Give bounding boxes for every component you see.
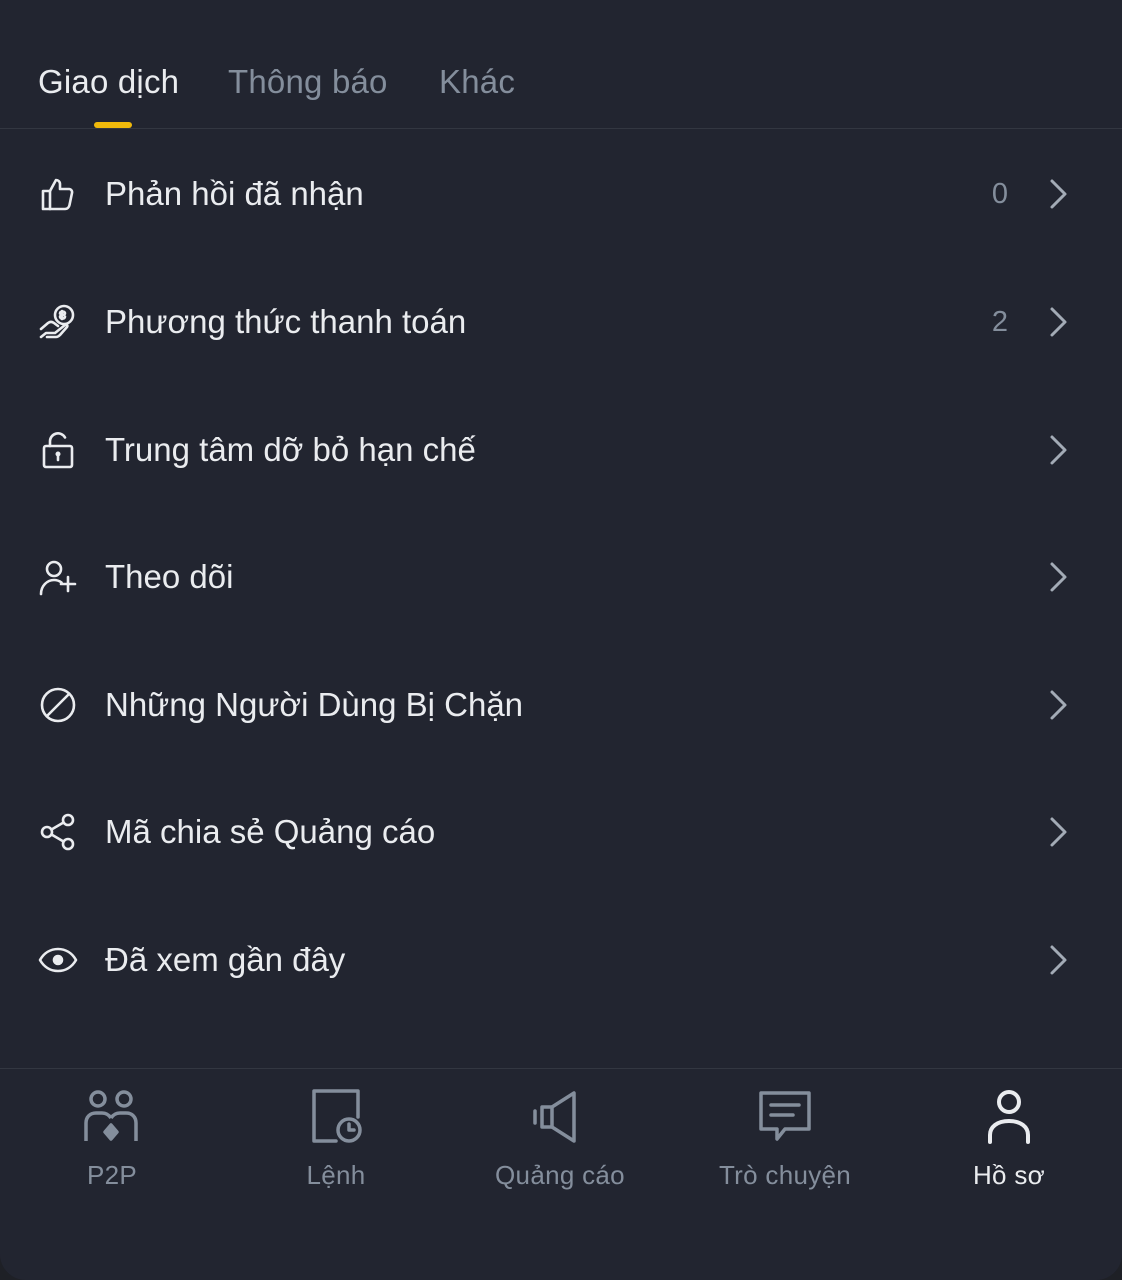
nav-p2p[interactable]: P2P [0, 1069, 224, 1219]
chevron-right-icon [1044, 689, 1072, 721]
menu-item-feedback[interactable]: Phản hồi đã nhận 0 [0, 130, 1122, 258]
nav-label: Hồ sơ [972, 1160, 1045, 1190]
menu-item-blocked-users[interactable]: Những Người Dùng Bị Chặn [0, 641, 1122, 769]
chevron-right-icon [1044, 561, 1072, 593]
nav-label: P2P [86, 1160, 138, 1190]
payment-methods-count: 2 [991, 306, 1008, 338]
nav-orders[interactable]: Lệnh [224, 1069, 448, 1219]
menu-item-recently-viewed[interactable]: Đã xem gần đây [0, 896, 1122, 1024]
chat-icon [755, 1087, 815, 1147]
nav-label: Quảng cáo [495, 1160, 625, 1190]
p2p-icon [82, 1087, 142, 1147]
menu-item-label: Theo dõi [105, 558, 234, 595]
chevron-right-icon [1044, 306, 1072, 338]
chevron-right-icon [1044, 434, 1072, 466]
block-icon [38, 685, 78, 725]
unlock-icon [38, 430, 78, 470]
active-tab-indicator [94, 122, 132, 128]
megaphone-icon [530, 1087, 590, 1147]
chevron-right-icon [1044, 178, 1072, 210]
menu-item-label: Trung tâm dỡ bỏ hạn chế [105, 431, 476, 468]
menu-item-label: Phương thức thanh toán [105, 303, 467, 340]
p2p-profile-screen: Giao dịch Thông báo Khác Phản hồi đã nhậ… [0, 0, 1122, 1280]
eye-icon [38, 940, 78, 980]
bottom-navigation: P2P Lệnh Quảng cáo Trò chuyện Hồ sơ [0, 1068, 1122, 1280]
profile-tabs: Giao dịch Thông báo Khác [0, 0, 1122, 129]
feedback-count: 0 [991, 178, 1008, 210]
menu-item-label: Mã chia sẻ Quảng cáo [105, 813, 436, 850]
tab-thong-bao[interactable]: Thông báo [228, 60, 388, 104]
nav-ads[interactable]: Quảng cáo [448, 1069, 672, 1219]
nav-profile[interactable]: Hồ sơ [897, 1069, 1121, 1219]
thumbs-up-icon [38, 174, 78, 214]
payment-hand-icon [38, 302, 78, 342]
share-icon [38, 812, 78, 852]
menu-item-label: Những Người Dùng Bị Chặn [105, 686, 524, 723]
nav-label: Trò chuyện [718, 1160, 852, 1190]
menu-item-follow[interactable]: Theo dõi [0, 513, 1122, 641]
menu-item-restriction-center[interactable]: Trung tâm dỡ bỏ hạn chế [0, 386, 1122, 514]
tab-khac[interactable]: Khác [439, 60, 515, 104]
menu-item-payment-methods[interactable]: Phương thức thanh toán 2 [0, 258, 1122, 386]
user-plus-icon [38, 557, 78, 597]
chevron-right-icon [1044, 816, 1072, 848]
orders-icon [306, 1087, 366, 1147]
menu-item-label: Phản hồi đã nhận [105, 175, 364, 212]
profile-icon [979, 1087, 1039, 1147]
menu-item-label: Đã xem gần đây [105, 941, 346, 978]
menu-item-ad-share-code[interactable]: Mã chia sẻ Quảng cáo [0, 768, 1122, 896]
chevron-right-icon [1044, 944, 1072, 976]
tab-giao-dich[interactable]: Giao dịch [38, 60, 179, 104]
nav-label: Lệnh [306, 1160, 366, 1190]
nav-chat[interactable]: Trò chuyện [673, 1069, 897, 1219]
